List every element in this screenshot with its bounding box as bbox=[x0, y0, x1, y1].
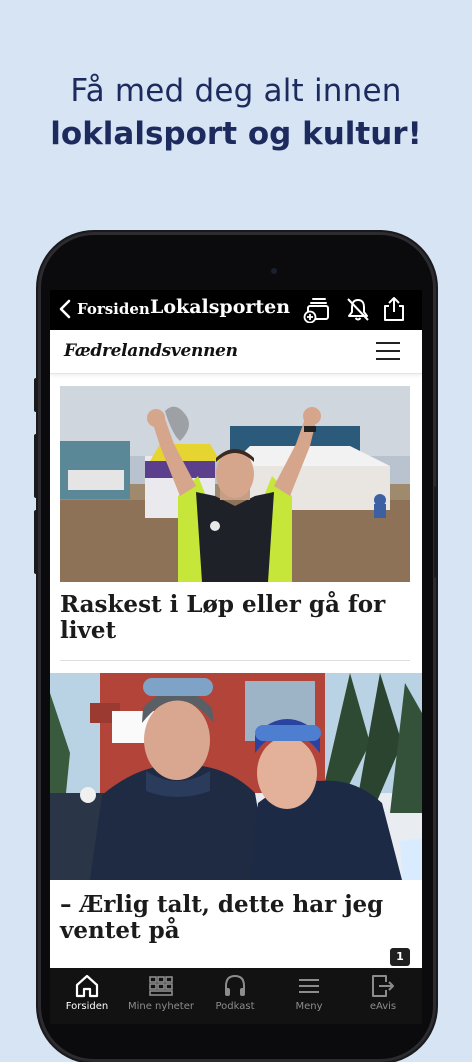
grid-icon bbox=[149, 976, 173, 996]
bottom-tab-bar: Forsiden Mine nyheter Podkast Meny eAvis bbox=[50, 968, 422, 1024]
tab-forsiden[interactable]: Forsiden bbox=[50, 968, 124, 1018]
tab-eavis[interactable]: eAvis bbox=[346, 968, 420, 1018]
tab-mine-nyheter[interactable]: Mine nyheter bbox=[124, 968, 198, 1018]
hamburger-icon[interactable] bbox=[376, 342, 400, 361]
notification-badge: 1 bbox=[390, 948, 410, 966]
enavis-icon bbox=[372, 975, 394, 997]
tab-label: Podkast bbox=[215, 1001, 255, 1012]
divider bbox=[60, 660, 410, 661]
article-title[interactable]: – Ærlig talt, dette har jeg ventet på bbox=[60, 892, 412, 944]
headphones-icon bbox=[225, 974, 245, 996]
promo-line-2: loklalsport og kultur! bbox=[50, 116, 422, 152]
add-stack-icon[interactable] bbox=[302, 295, 330, 323]
tab-label: Mine nyheter bbox=[127, 1001, 194, 1012]
back-chevron-icon[interactable] bbox=[56, 298, 74, 320]
runner-celebrating-photo[interactable] bbox=[60, 386, 410, 582]
tab-meny[interactable]: Meny bbox=[272, 968, 346, 1018]
home-icon bbox=[75, 974, 99, 998]
bell-off-icon[interactable] bbox=[344, 295, 372, 323]
newspaper-logo[interactable]: Fædrelandsvennen bbox=[64, 341, 238, 361]
phone-power-button bbox=[434, 486, 438, 578]
page-title: Lokalsporten bbox=[150, 296, 291, 318]
phone-volume-down bbox=[34, 510, 38, 574]
promo-line-1: Få med deg alt innen bbox=[70, 73, 402, 109]
app-header: Forsiden Lokalsporten bbox=[50, 290, 422, 330]
app-screen: Forsiden Lokalsporten Fædrelandsvennen R… bbox=[50, 290, 422, 1024]
front-camera bbox=[271, 268, 277, 274]
two-skiers-smiling-photo[interactable] bbox=[50, 673, 422, 880]
article-feed[interactable]: Fædrelandsvennen Raskest i Løp eller gå … bbox=[50, 330, 422, 968]
phone-volume-up bbox=[34, 434, 38, 498]
tab-label: Meny bbox=[295, 1001, 323, 1012]
tab-label: Forsiden bbox=[65, 1001, 109, 1012]
share-icon[interactable] bbox=[380, 295, 408, 323]
promo-heading: Få med deg alt innen loklalsport og kult… bbox=[0, 70, 472, 156]
tab-podkast[interactable]: Podkast bbox=[198, 968, 272, 1018]
menu-icon bbox=[299, 979, 319, 993]
back-button[interactable]: Forsiden bbox=[77, 300, 150, 318]
phone-mute-switch bbox=[34, 378, 38, 412]
tab-label: eAvis bbox=[369, 1001, 397, 1012]
article-title[interactable]: Raskest i Løp eller gå for livet bbox=[60, 592, 412, 644]
masthead: Fædrelandsvennen bbox=[50, 330, 422, 374]
